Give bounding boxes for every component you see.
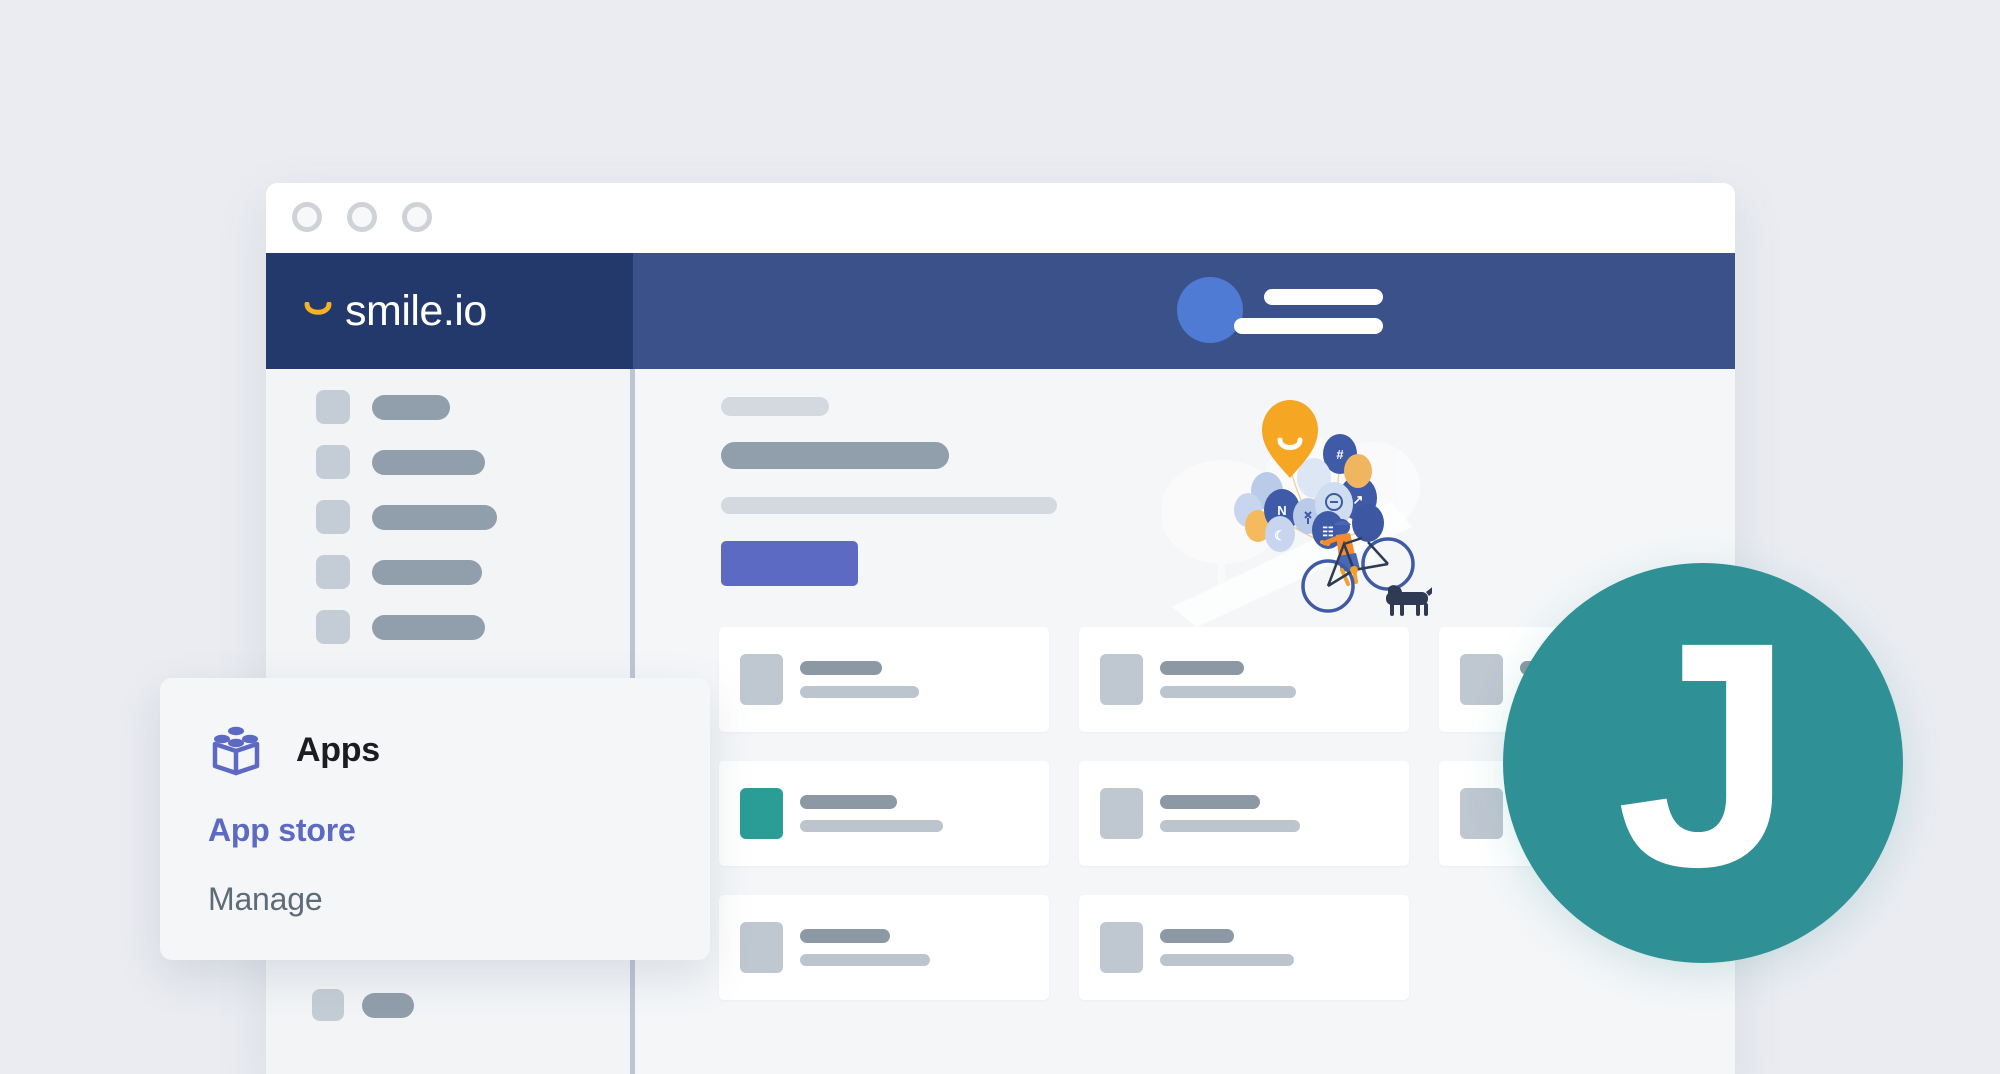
sidebar-item-label: [372, 504, 497, 530]
sidebar-item-3[interactable]: [316, 500, 497, 534]
app-card-thumbnail: [1460, 788, 1503, 839]
app-card-thumbnail: [1100, 788, 1143, 839]
sidebar-item-footer[interactable]: [312, 989, 414, 1021]
app-card-subtitle-skeleton: [800, 820, 943, 832]
sidebar-item-1[interactable]: [316, 390, 450, 424]
sidebar-item-label: [372, 614, 485, 640]
sidebar-item-icon: [316, 610, 350, 644]
app-card-subtitle-skeleton: [800, 686, 919, 698]
svg-text:N: N: [1277, 503, 1286, 518]
brand-badge: J: [1503, 563, 1903, 963]
page-root: smile.io # N ↗ ☷ ☾ Apps App store Manage…: [0, 0, 2000, 1074]
smile-arc-icon: [304, 302, 332, 320]
brand-name: smile.io: [345, 286, 487, 335]
sidebar-item-label: [372, 449, 485, 475]
window-maximize-dot[interactable]: [402, 202, 432, 232]
app-card-text: [1160, 929, 1294, 966]
primary-cta-button[interactable]: [721, 541, 858, 586]
cyclist-with-balloons-illustration: # N ↗ ☷ ☾: [1162, 392, 1432, 632]
app-card-text: [800, 661, 919, 698]
svg-text:☾: ☾: [1274, 528, 1286, 543]
app-card[interactable]: [1079, 895, 1409, 1000]
app-card-title-skeleton: [1160, 929, 1234, 943]
app-card-text: [1160, 661, 1296, 698]
app-card-thumbnail: [1100, 654, 1143, 705]
app-card[interactable]: [1079, 627, 1409, 732]
window-minimize-dot[interactable]: [347, 202, 377, 232]
sidebar-item-icon: [312, 989, 344, 1021]
sidebar-item-icon: [316, 500, 350, 534]
app-card-text: [1160, 795, 1300, 832]
app-card[interactable]: [719, 895, 1049, 1000]
app-card-subtitle-skeleton: [1160, 686, 1296, 698]
app-card-title-skeleton: [1160, 795, 1260, 809]
apps-menu-item-app-store[interactable]: App store: [160, 812, 710, 849]
header-skeleton-bar-2: [1234, 318, 1383, 334]
avatar[interactable]: [1177, 277, 1243, 343]
content-title-skeleton: [721, 442, 949, 469]
app-card-thumbnail: [1460, 654, 1503, 705]
app-card-active[interactable]: [719, 761, 1049, 866]
sidebar-item-5[interactable]: [316, 610, 485, 644]
content-subtitle-skeleton: [721, 497, 1057, 514]
app-card-subtitle-skeleton: [1160, 954, 1294, 966]
header-skeleton-bar-1: [1264, 289, 1383, 305]
app-card-title-skeleton: [1160, 661, 1244, 675]
browser-titlebar: [266, 183, 1735, 253]
app-card-thumbnail: [740, 654, 783, 705]
app-card[interactable]: [719, 627, 1049, 732]
content-eyebrow-skeleton: [721, 397, 829, 416]
app-card-title-skeleton: [800, 795, 897, 809]
app-card-thumbnail: [740, 922, 783, 973]
apps-panel-title: Apps: [296, 730, 380, 769]
app-card-thumbnail: [740, 788, 783, 839]
brand-badge-letter: J: [1616, 575, 1794, 934]
app-header: smile.io: [266, 253, 1735, 369]
svg-text:↗: ↗: [1353, 492, 1364, 507]
sidebar-item-2[interactable]: [316, 445, 485, 479]
app-card-title-skeleton: [800, 661, 882, 675]
svg-text:#: #: [1336, 447, 1344, 462]
sidebar-item-label: [372, 559, 482, 585]
window-close-dot[interactable]: [292, 202, 322, 232]
apps-menu-item-manage[interactable]: Manage: [160, 881, 710, 918]
sidebar-item-label: [372, 394, 450, 420]
brand-block[interactable]: smile.io: [266, 253, 633, 369]
apps-lego-icon: [208, 722, 264, 778]
app-card-subtitle-skeleton: [800, 954, 930, 966]
app-card-title-skeleton: [800, 929, 890, 943]
app-card-text: [800, 929, 930, 966]
app-card[interactable]: [1079, 761, 1409, 866]
sidebar-item-4[interactable]: [316, 555, 482, 589]
app-card-subtitle-skeleton: [1160, 820, 1300, 832]
app-card-thumbnail: [1100, 922, 1143, 973]
sidebar-item-icon: [316, 390, 350, 424]
sidebar-item-icon: [316, 445, 350, 479]
apps-flyout-panel: Apps App store Manage: [160, 678, 710, 960]
app-card-text: [800, 795, 943, 832]
sidebar-item-label: [362, 992, 414, 1018]
apps-panel-header: Apps: [160, 722, 710, 778]
svg-text:☷: ☷: [1322, 524, 1334, 539]
sidebar-item-icon: [316, 555, 350, 589]
